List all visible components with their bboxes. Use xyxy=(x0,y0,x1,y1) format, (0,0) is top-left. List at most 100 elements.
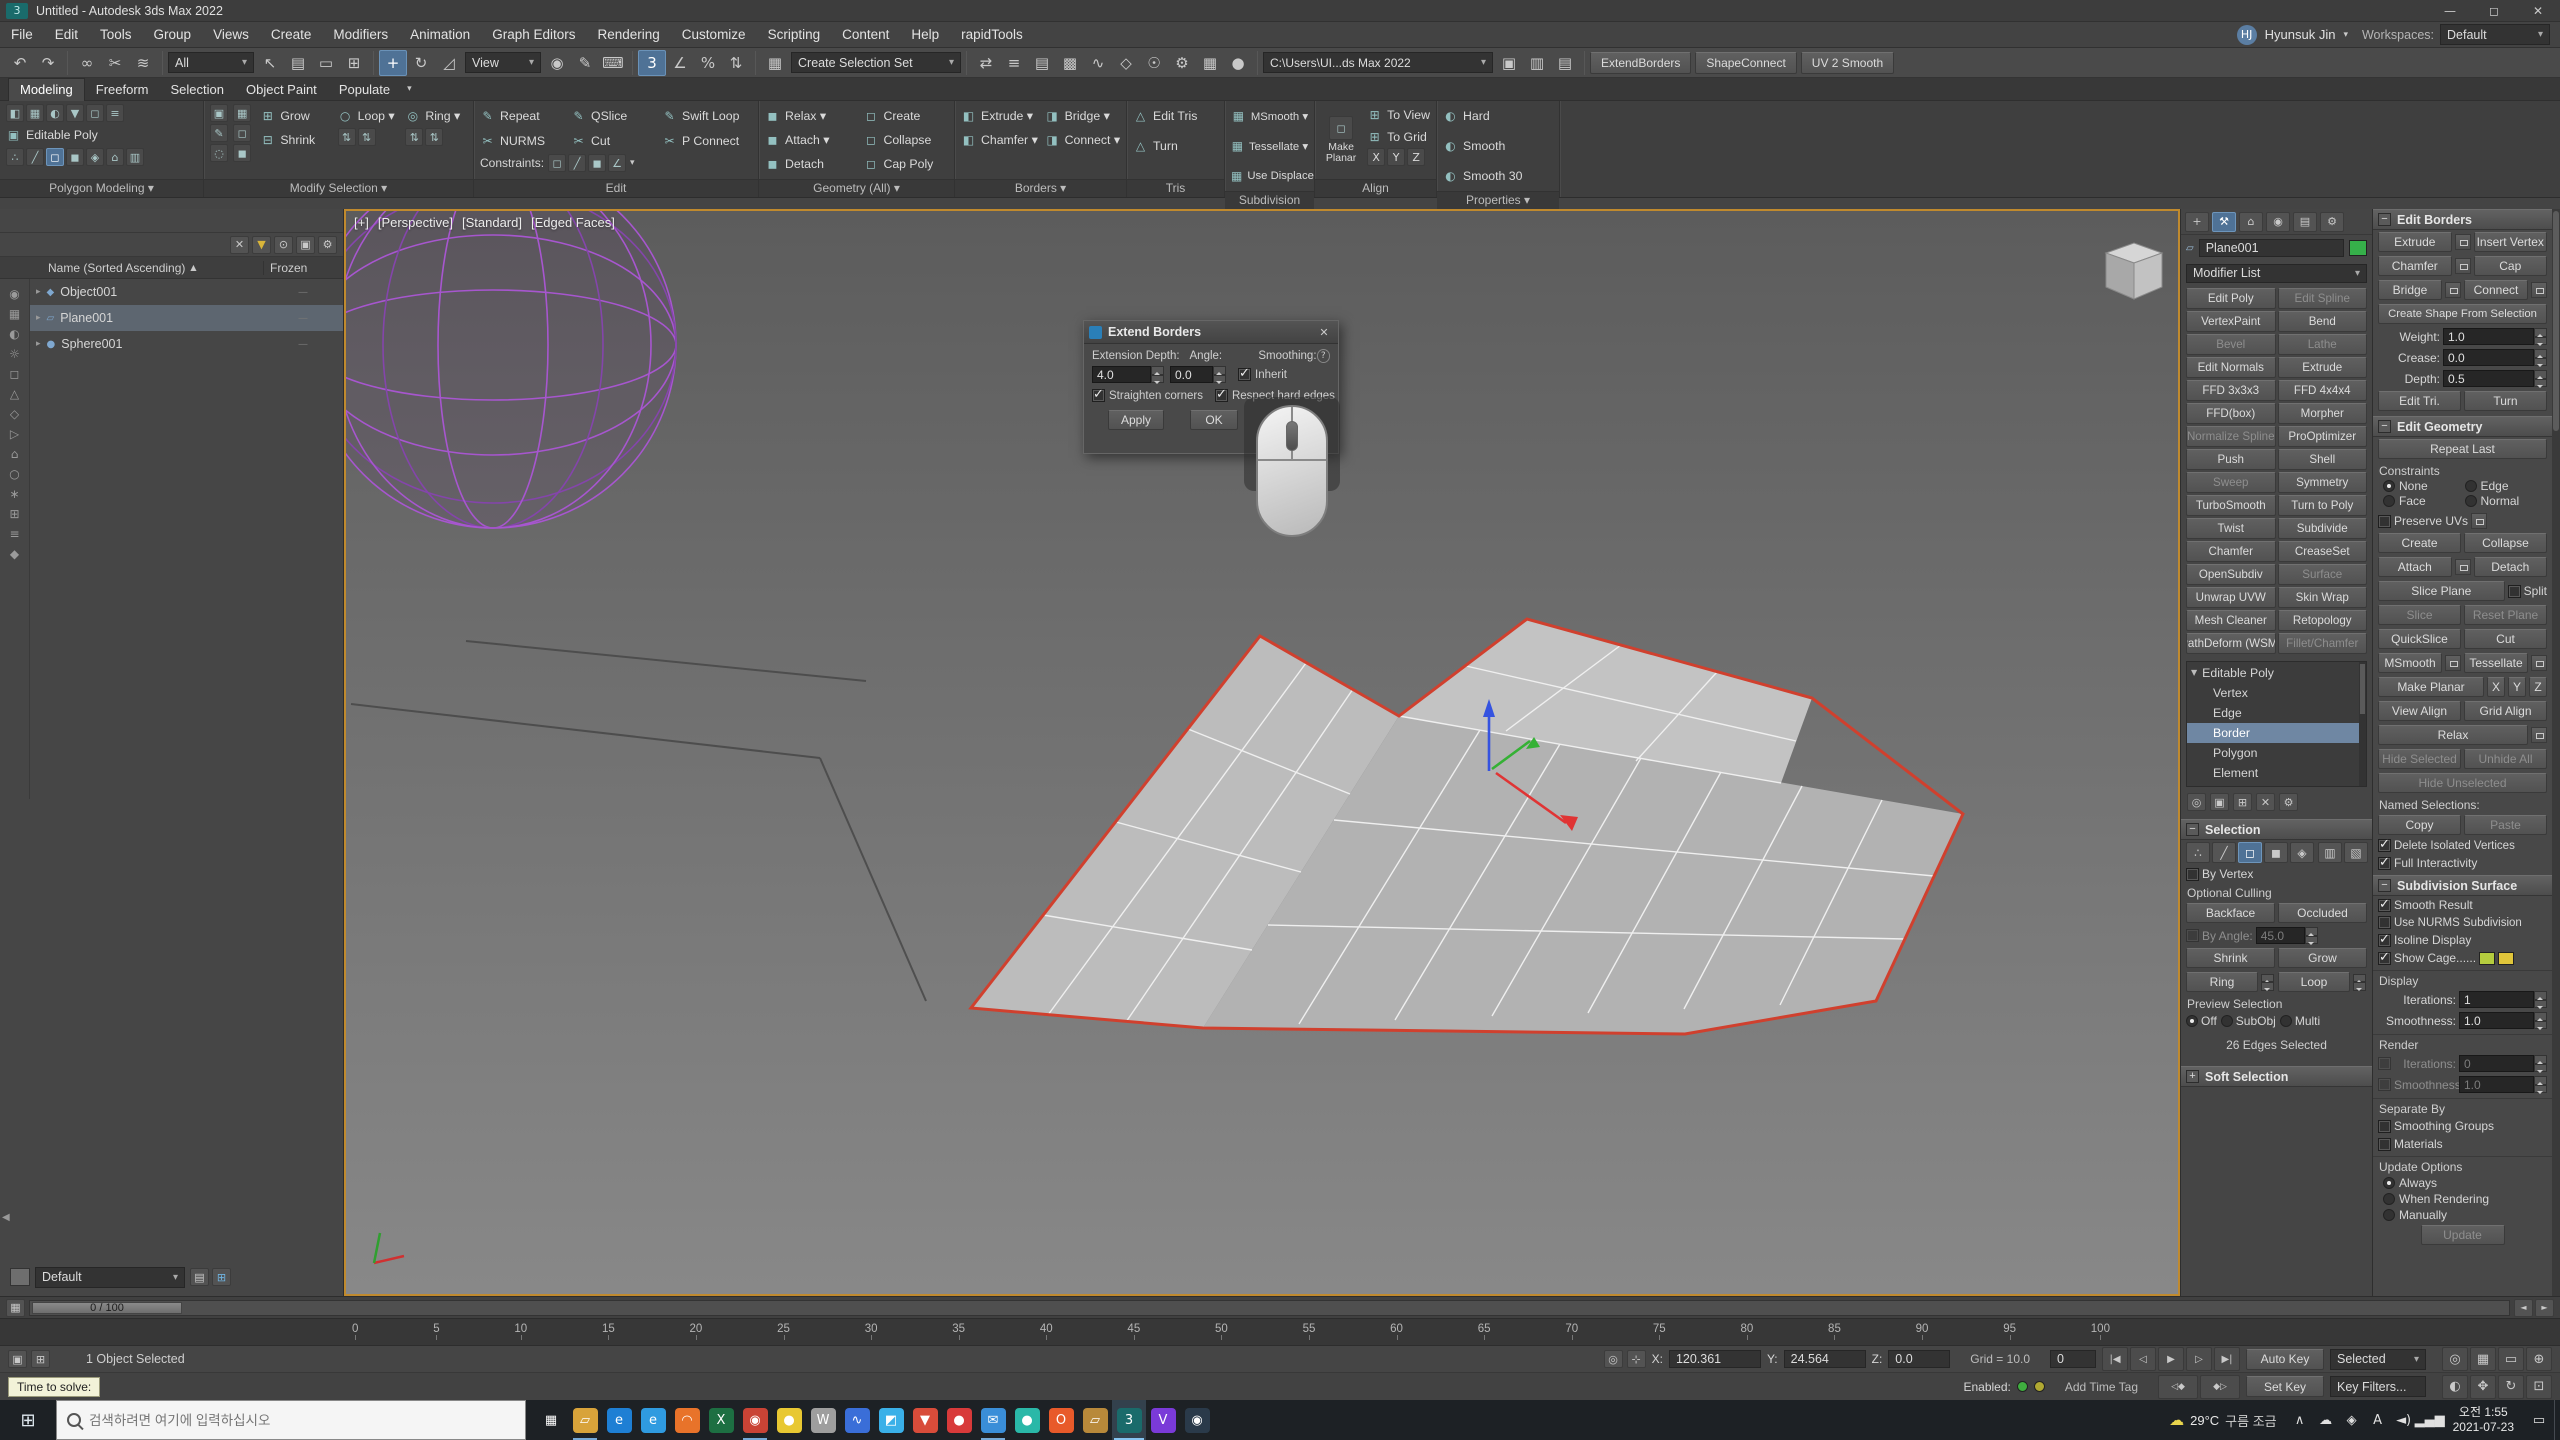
axis-button[interactable]: Y xyxy=(1387,148,1405,166)
material-editor-icon[interactable]: ☉ xyxy=(1140,50,1168,76)
command-panel-scrollbar[interactable] xyxy=(2552,209,2560,1296)
modifier-button[interactable]: Surface xyxy=(2278,564,2368,585)
script-button[interactable]: ShapeConnect xyxy=(1695,52,1796,74)
snaps-toggle-icon[interactable]: 3 xyxy=(638,50,666,76)
volume-icon[interactable]: ◄) xyxy=(2391,1406,2417,1434)
pin-stack-ribbon-icon[interactable]: ▦ xyxy=(26,104,44,122)
modifier-button[interactable]: Normalize Spline xyxy=(2186,426,2276,447)
edge-mode-icon[interactable]: ╱ xyxy=(26,148,44,166)
update-option-radio[interactable]: Manually xyxy=(2383,1207,2542,1223)
zoom-icon[interactable]: ◎ xyxy=(2442,1347,2468,1371)
modifier-button[interactable]: Edit Poly xyxy=(2186,288,2276,309)
start-button[interactable]: ⊞ xyxy=(0,1400,56,1440)
previous-frame-icon[interactable]: ◁ xyxy=(2130,1347,2156,1371)
remove-modifier-icon[interactable]: ✕ xyxy=(2256,793,2275,811)
turn-button[interactable]: Turn xyxy=(2464,391,2547,411)
ribbon-button[interactable]: ✂NURMS xyxy=(480,129,569,153)
explorer-menu-item[interactable] xyxy=(54,209,72,233)
taskbar-search[interactable] xyxy=(56,1400,526,1440)
axis-button[interactable]: X xyxy=(1367,148,1385,166)
smoothing-groups-checkbox[interactable] xyxy=(2378,1120,2391,1133)
border-mode-icon[interactable]: ◻ xyxy=(46,148,64,166)
time-slider-handle[interactable]: 0 / 100 xyxy=(32,1302,182,1314)
ribbon-button[interactable]: ◻Cap Poly xyxy=(863,152,948,176)
modifier-button[interactable]: TurboSmooth xyxy=(2186,495,2276,516)
relax-settings-button[interactable] xyxy=(2531,727,2547,743)
search-input[interactable] xyxy=(89,1413,509,1428)
smooth-result-checkbox[interactable] xyxy=(2378,899,2391,912)
user-menu-chevron-icon[interactable]: ▾ xyxy=(2343,30,2348,40)
stack-expand-icon[interactable]: ▼ xyxy=(2191,668,2197,677)
maps-icon[interactable]: ▼ xyxy=(908,1400,942,1440)
go-to-end-icon[interactable]: ▶| xyxy=(2214,1347,2240,1371)
repeat-last-button[interactable]: Repeat Last xyxy=(2378,439,2547,459)
paste-button[interactable]: Paste xyxy=(2464,815,2547,835)
modifier-button[interactable]: Subdivide xyxy=(2278,518,2368,539)
render-iterations-checkbox[interactable] xyxy=(2378,1057,2391,1070)
modifier-button[interactable]: Sweep xyxy=(2186,472,2276,493)
shrink-button[interactable]: Shrink xyxy=(2186,948,2275,968)
bridge-button[interactable]: Bridge xyxy=(2378,280,2442,300)
show-desktop-button[interactable] xyxy=(2554,1400,2560,1440)
swatch[interactable] xyxy=(10,1268,30,1286)
planar-axis-button[interactable]: X xyxy=(2487,677,2505,697)
ribbon-button[interactable]: ◼Detach xyxy=(765,152,857,176)
stack-subobject-row[interactable]: Element xyxy=(2187,763,2366,783)
polygon-subobject-icon[interactable]: ◼ xyxy=(2264,842,2288,863)
keyboard-shortcut-override-icon[interactable]: ⌨ xyxy=(599,50,627,76)
ring-button[interactable]: ◎Ring ▾ xyxy=(405,104,467,128)
notification-center-icon[interactable]: ▭ xyxy=(2524,1400,2554,1440)
ribbon-button[interactable]: ▦MSmooth ▾ xyxy=(1231,104,1308,128)
script-button[interactable]: UV 2 Smooth xyxy=(1801,52,1894,74)
explorer-row[interactable]: ▸ ● Sphere001 — xyxy=(30,331,343,357)
modifier-button[interactable]: FFD 4x4x4 xyxy=(2278,380,2368,401)
utilities-tab-icon[interactable]: ⚙ xyxy=(2320,212,2344,232)
loop-spinner[interactable] xyxy=(2353,974,2367,991)
shrink-button[interactable]: ⊟Shrink xyxy=(260,128,331,152)
dialog-help-icon[interactable]: ? xyxy=(1317,349,1330,363)
add-time-tag[interactable]: Add Time Tag xyxy=(2065,1380,2138,1394)
border-subobject-icon[interactable]: ◻ xyxy=(2238,842,2262,863)
collapse-stack-icon[interactable]: ▼ xyxy=(66,104,84,122)
quickslice-button[interactable]: QuickSlice xyxy=(2378,629,2461,649)
weight-spinner[interactable]: 1.0 xyxy=(2443,328,2547,345)
motion-tab-icon[interactable]: ◉ xyxy=(2266,212,2290,232)
menu-item[interactable]: Content xyxy=(831,23,900,47)
paint-select-icon[interactable]: ✎ xyxy=(210,124,228,142)
modifier-button[interactable]: FFD 3x3x3 xyxy=(2186,380,2276,401)
connect-button[interactable]: Connect xyxy=(2464,280,2528,300)
vertex-subobject-icon[interactable]: ∴ xyxy=(2186,842,2210,863)
y-coordinate-field[interactable]: 24.564 xyxy=(1784,1350,1866,1368)
ribbon-tab[interactable]: Populate xyxy=(328,78,401,101)
lock-explorer-icon[interactable]: ▣ xyxy=(296,236,315,254)
fov-icon[interactable]: ◐ xyxy=(2442,1375,2468,1399)
ribbon-button[interactable]: ◨Connect ▾ xyxy=(1045,128,1120,152)
preset-select[interactable]: Default▾ xyxy=(35,1267,185,1288)
tray-expand-icon[interactable]: ∧ xyxy=(2287,1406,2313,1434)
minimize-button[interactable]: — xyxy=(2428,0,2472,22)
element-mode-icon[interactable]: ◈ xyxy=(86,148,104,166)
edge-icon[interactable]: e xyxy=(602,1400,636,1440)
selection-rollout-header[interactable]: − Selection xyxy=(2181,819,2372,840)
selection-lock-icon[interactable]: ⊞ xyxy=(31,1350,50,1368)
whale-icon[interactable]: W xyxy=(806,1400,840,1440)
display-cameras-icon[interactable]: ◻ xyxy=(10,367,20,381)
panel-label[interactable]: Properties ▾ xyxy=(1437,191,1559,209)
modifier-button[interactable]: Skin Wrap xyxy=(2278,587,2368,608)
collapse-icon[interactable]: − xyxy=(2378,879,2391,892)
display-all-icon[interactable]: ◉ xyxy=(9,287,19,301)
teams-icon[interactable]: ● xyxy=(1010,1400,1044,1440)
straighten-corners-checkbox[interactable] xyxy=(1092,389,1105,402)
mirror-icon[interactable]: ⇄ xyxy=(972,50,1000,76)
maximize-viewport-icon[interactable]: ⊡ xyxy=(2526,1375,2552,1399)
modify-tab-icon[interactable]: ⚒ xyxy=(2212,212,2236,232)
percent-snap-icon[interactable]: % xyxy=(694,50,722,76)
modifier-button[interactable]: Chamfer xyxy=(2186,541,2276,562)
layer-manager-icon[interactable]: ▤ xyxy=(1028,50,1056,76)
menu-item[interactable]: Help xyxy=(900,23,950,47)
crease-spinner[interactable]: 0.0 xyxy=(2443,349,2547,366)
modifier-button[interactable]: ProOptimizer xyxy=(2278,426,2368,447)
x-coordinate-field[interactable]: 120.361 xyxy=(1669,1350,1761,1368)
ribbon-button[interactable]: ▦Use Displace xyxy=(1231,164,1308,188)
ribbon-button[interactable]: ✎QSlice xyxy=(571,104,660,128)
